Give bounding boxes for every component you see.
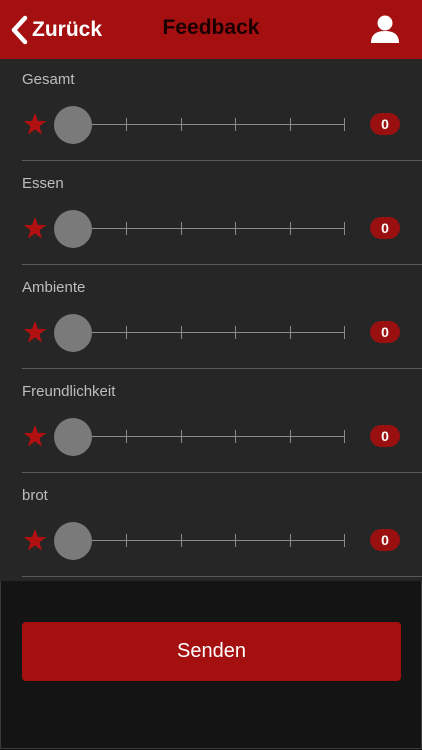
slider-tick xyxy=(126,118,127,131)
rating-slider-track[interactable] xyxy=(72,326,345,339)
slider-tick xyxy=(126,534,127,547)
rating-slider-track[interactable] xyxy=(72,222,345,235)
slider-tick xyxy=(290,118,291,131)
rating-value-badge: 0 xyxy=(370,425,400,447)
slider-tick xyxy=(181,430,182,443)
slider-tick xyxy=(235,534,236,547)
app-header: Zurück Feedback xyxy=(0,0,422,59)
rating-slider-thumb[interactable] xyxy=(54,418,92,456)
slider-tick xyxy=(344,326,345,339)
slider-tick xyxy=(290,534,291,547)
row-divider xyxy=(22,368,422,369)
rating-row: brot 0 xyxy=(0,475,422,579)
rating-slider-track[interactable] xyxy=(72,430,345,443)
user-icon[interactable] xyxy=(370,14,400,49)
slider-tick xyxy=(181,222,182,235)
row-divider xyxy=(22,472,422,473)
rating-row: Gesamt 0 xyxy=(0,59,422,163)
rating-row: Essen 0 xyxy=(0,163,422,267)
slider-tick xyxy=(290,430,291,443)
row-divider xyxy=(22,264,422,265)
rating-value-badge: 0 xyxy=(370,529,400,551)
rating-value-badge: 0 xyxy=(370,321,400,343)
send-button[interactable]: Senden xyxy=(22,622,401,681)
slider-tick xyxy=(290,326,291,339)
slider-tick xyxy=(181,118,182,131)
slider-tick xyxy=(344,430,345,443)
slider-tick xyxy=(126,430,127,443)
rating-row: Freundlichkeit 0 xyxy=(0,371,422,475)
slider-tick xyxy=(126,222,127,235)
slider-tick xyxy=(181,326,182,339)
ratings-list: Gesamt 0 Essen 0 Ambiente 0 Freundlichke… xyxy=(0,59,422,581)
rating-slider-track[interactable] xyxy=(72,534,345,547)
rating-slider-thumb[interactable] xyxy=(54,522,92,560)
slider-tick xyxy=(235,118,236,131)
rating-value-badge: 0 xyxy=(370,113,400,135)
slider-tick xyxy=(290,222,291,235)
slider-tick xyxy=(181,534,182,547)
rating-label: brot xyxy=(22,487,48,504)
slider-tick xyxy=(235,222,236,235)
row-divider xyxy=(22,576,422,577)
star-icon xyxy=(23,425,47,447)
star-icon xyxy=(23,217,47,239)
rating-value-badge: 0 xyxy=(370,217,400,239)
rating-label: Ambiente xyxy=(22,279,86,296)
rating-label: Gesamt xyxy=(22,71,75,88)
row-divider xyxy=(22,160,422,161)
slider-tick xyxy=(344,222,345,235)
rating-label: Essen xyxy=(22,175,64,192)
star-icon xyxy=(23,529,47,551)
rating-slider-track[interactable] xyxy=(72,118,345,131)
slider-tick xyxy=(126,326,127,339)
star-icon xyxy=(23,113,47,135)
rating-row: Ambiente 0 xyxy=(0,267,422,371)
slider-tick xyxy=(344,534,345,547)
rating-slider-thumb[interactable] xyxy=(54,210,92,248)
rating-slider-thumb[interactable] xyxy=(54,314,92,352)
rating-slider-thumb[interactable] xyxy=(54,106,92,144)
page-title: Feedback xyxy=(162,16,260,39)
slider-tick xyxy=(235,430,236,443)
star-icon xyxy=(23,321,47,343)
rating-label: Freundlichkeit xyxy=(22,383,116,400)
slider-tick xyxy=(344,118,345,131)
slider-tick xyxy=(235,326,236,339)
